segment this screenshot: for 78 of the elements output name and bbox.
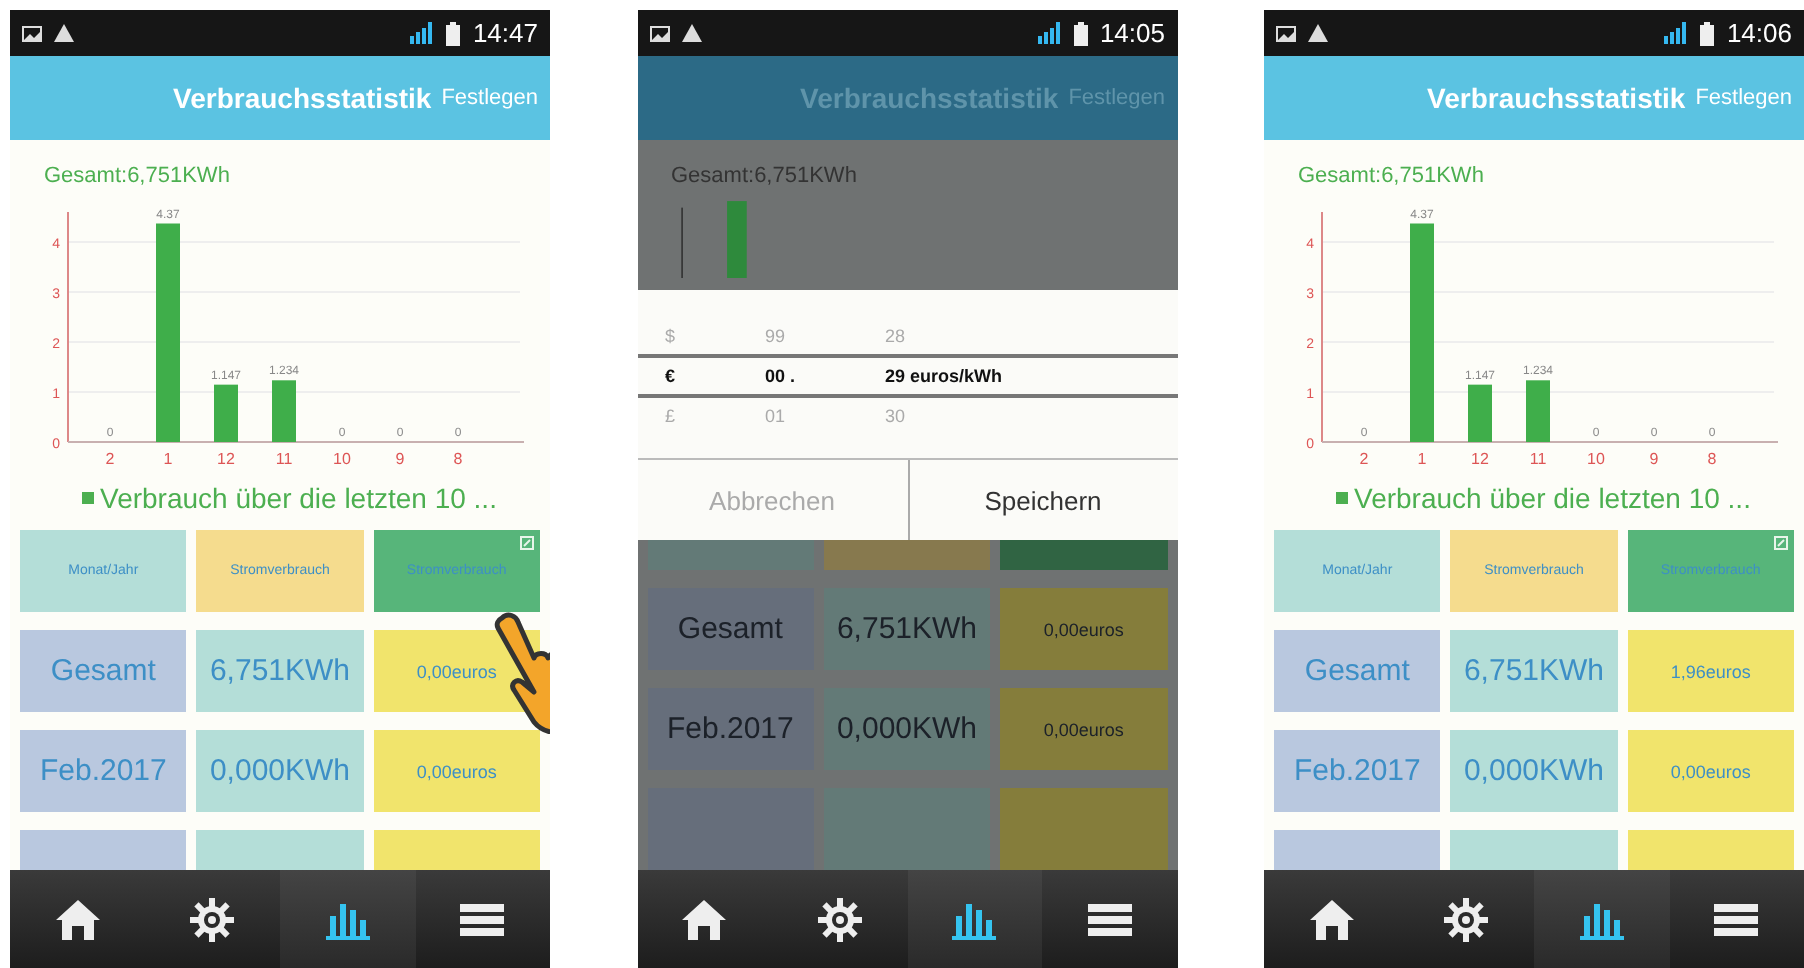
table-cell: 1,96euros: [1627, 630, 1794, 712]
battery-icon: [446, 21, 461, 45]
total-consumption: Gesamt:6,751KWh: [42, 162, 232, 188]
table-cell: 0,00euros: [1627, 730, 1794, 812]
menu-icon: [460, 899, 505, 939]
table-cell: 6,751KWh: [196, 630, 364, 712]
axis-tick-label: 2: [105, 450, 115, 468]
table-cell: Gesamt: [1274, 630, 1441, 712]
legend-label: Verbrauch über die letzten 10 ...: [100, 482, 497, 514]
home-icon: [53, 895, 102, 943]
axis-tick-label: 12: [1471, 450, 1489, 468]
battery-icon: [1700, 21, 1715, 45]
axis-tick-label: 1: [163, 450, 173, 468]
home-icon: [1307, 895, 1356, 943]
axis-tick-label: 8: [453, 450, 463, 468]
table-cell: 0,000KWh: [196, 730, 364, 812]
axis-tick-label: 9: [1649, 450, 1659, 468]
bar: [272, 380, 296, 442]
axis-tick-label: 10: [333, 450, 351, 468]
menu-icon: [1714, 899, 1759, 939]
table-cell: 0,000KWh: [823, 688, 991, 770]
battery-icon: [1073, 21, 1088, 45]
axis-tick-label: 9: [395, 450, 405, 468]
signal-icon: [410, 22, 435, 44]
screen-title: Verbrauchsstatistik: [1427, 82, 1686, 114]
axis-tick-label: 12: [217, 450, 235, 468]
set-button[interactable]: Festlegen: [441, 86, 538, 110]
table-cell: 0,00euros: [1000, 688, 1167, 770]
axis-tick-label: 8: [1707, 450, 1717, 468]
total-consumption: Gesamt:6,751KWh: [669, 162, 859, 188]
settings-icon: [815, 895, 864, 943]
home-icon: [680, 895, 729, 943]
table-cell: 0,000KWh: [1450, 730, 1618, 812]
picker-row[interactable]: £ 01 30: [637, 398, 1177, 434]
legend-label: Verbrauch über die letzten 10 ...: [1354, 482, 1751, 514]
axis-tick-label: 11: [1529, 450, 1547, 468]
axis-tick-label: 10: [1587, 450, 1605, 468]
legend-marker: [1336, 492, 1348, 504]
warning-icon: [54, 24, 74, 42]
bar: [214, 384, 238, 442]
table-cell: Feb.2017: [647, 688, 814, 770]
signal-icon: [1664, 22, 1689, 44]
total-consumption: Gesamt:6,751KWh: [1296, 162, 1486, 188]
settings-icon: [1442, 895, 1491, 943]
table-cell: Feb.2017: [1274, 730, 1441, 812]
bar: [1526, 380, 1550, 442]
signal-icon: [1037, 22, 1062, 44]
warning-icon: [681, 24, 701, 42]
menu-icon: [1087, 899, 1132, 939]
picker-row[interactable]: $ 99 28: [637, 318, 1177, 354]
nav-tab[interactable]: [907, 870, 1042, 968]
table-cell: 6,751KWh: [1450, 630, 1618, 712]
picker-row[interactable]: € 00 . 29 euros/kWh: [637, 354, 1177, 398]
axis-tick-label: 11: [275, 450, 293, 468]
screen-title: Verbrauchsstatistik: [173, 82, 432, 114]
image-icon: [22, 25, 42, 41]
table-cell: 6,751KWh: [823, 588, 991, 670]
clock: 14:05: [1099, 18, 1165, 48]
table-cell: Feb.2017: [20, 730, 187, 812]
clock: 14:06: [1726, 18, 1792, 48]
edit-icon: [520, 536, 534, 550]
bar: [1468, 384, 1492, 442]
axis-tick-label: 1: [1417, 450, 1427, 468]
clock: 14:47: [472, 18, 538, 48]
edit-icon: [1774, 536, 1788, 550]
table-cell: Gesamt: [20, 630, 187, 712]
axis-tick-label: 2: [1359, 450, 1369, 468]
nav-tab[interactable]: [1534, 870, 1669, 968]
table-cell: 0,00euros: [373, 730, 540, 812]
image-icon: [1276, 25, 1296, 41]
set-button[interactable]: Festlegen: [1695, 86, 1792, 110]
table-cell: Gesamt: [647, 588, 814, 670]
image-icon: [649, 25, 669, 41]
settings-icon: [188, 895, 237, 943]
warning-icon: [1308, 24, 1328, 42]
legend-marker: [82, 492, 94, 504]
nav-tab[interactable]: [280, 870, 415, 968]
table-cell: 0,00euros: [1000, 588, 1167, 670]
